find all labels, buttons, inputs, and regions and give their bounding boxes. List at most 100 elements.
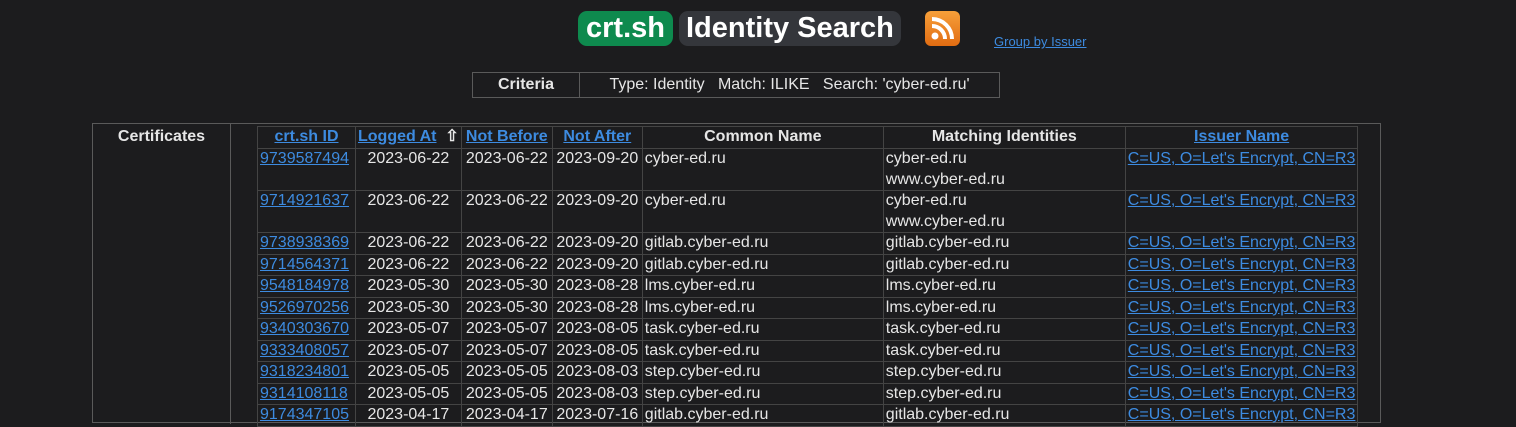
- cell-not-before: 2023-06-22: [460, 232, 553, 255]
- logged-at-text: 2023-05-07: [367, 320, 450, 337]
- issuer-name-link[interactable]: C=US, O=Let's Encrypt, CN=R3: [1128, 342, 1356, 359]
- cell-issuer-name[interactable]: C=US, O=Let's Encrypt, CN=R3: [1124, 404, 1359, 427]
- issuer-name-link[interactable]: C=US, O=Let's Encrypt, CN=R3: [1128, 277, 1356, 294]
- issuer-name-link[interactable]: C=US, O=Let's Encrypt, CN=R3: [1128, 299, 1356, 316]
- cell-issuer-name[interactable]: C=US, O=Let's Encrypt, CN=R3: [1124, 253, 1359, 276]
- page-header: crt.sh Identity Search Group by Issuer: [0, 10, 1516, 50]
- cell-issuer-name[interactable]: C=US, O=Let's Encrypt, CN=R3: [1124, 339, 1359, 362]
- cell-issuer-name[interactable]: C=US, O=Let's Encrypt, CN=R3: [1124, 361, 1359, 384]
- col-header-issuer-name[interactable]: Issuer Name: [1124, 126, 1359, 149]
- matching-identity-text: task.cyber-ed.ru: [885, 320, 1001, 337]
- sort-issuer-name-link[interactable]: Issuer Name: [1194, 128, 1289, 145]
- cell-matching-identities: cyber-ed.ru www.cyber-ed.ru: [882, 148, 1126, 191]
- issuer-name-link[interactable]: C=US, O=Let's Encrypt, CN=R3: [1128, 234, 1356, 251]
- not-after-text: 2023-08-03: [556, 384, 639, 402]
- not-after-text: 2023-08-05: [556, 320, 639, 337]
- not-before-text: 2023-06-22: [465, 234, 548, 251]
- crtsh-id-link[interactable]: 9318234801: [260, 363, 349, 380]
- certificates-label: Certificates: [93, 124, 231, 424]
- sort-not-before-link[interactable]: Not Before: [466, 128, 548, 145]
- matching-identity-text: www.cyber-ed.ru: [885, 170, 1005, 188]
- logged-at-text: 2023-05-30: [367, 298, 450, 316]
- crtsh-id-link[interactable]: 9738938369: [260, 234, 349, 251]
- issuer-name-link[interactable]: C=US, O=Let's Encrypt, CN=R3: [1128, 192, 1356, 209]
- issuer-name-link[interactable]: C=US, O=Let's Encrypt, CN=R3: [1128, 256, 1356, 273]
- col-header-logged-at[interactable]: Logged At ⇧: [355, 126, 462, 149]
- col-header-not-after[interactable]: Not After: [551, 126, 643, 149]
- cell-common-name: step.cyber-ed.ru: [641, 382, 884, 405]
- cell-crtsh-id[interactable]: 9738938369: [257, 232, 356, 255]
- common-name-text: lms.cyber-ed.ru: [644, 277, 756, 294]
- cell-crtsh-id[interactable]: 9174347105: [257, 404, 356, 427]
- crtsh-id-link[interactable]: 9174347105: [260, 406, 349, 423]
- not-before-text: 2023-06-22: [465, 255, 548, 273]
- common-name-text: gitlab.cyber-ed.ru: [644, 234, 769, 251]
- cell-crtsh-id[interactable]: 9714564371: [257, 253, 356, 276]
- cell-common-name: task.cyber-ed.ru: [641, 318, 884, 341]
- cell-issuer-name[interactable]: C=US, O=Let's Encrypt, CN=R3: [1124, 232, 1359, 255]
- not-before-text: 2023-06-22: [465, 192, 548, 209]
- group-by-issuer-link[interactable]: Group by Issuer: [994, 34, 1087, 49]
- rss-feed-icon[interactable]: [925, 11, 960, 46]
- cell-crtsh-id[interactable]: 9318234801: [257, 361, 356, 384]
- cell-common-name: cyber-ed.ru: [641, 148, 884, 191]
- crtsh-id-link[interactable]: 9714564371: [260, 256, 349, 273]
- logged-at-text: 2023-06-22: [367, 234, 450, 251]
- crtsh-id-link[interactable]: 9314108118: [260, 385, 348, 402]
- sort-not-after-link[interactable]: Not After: [563, 128, 631, 145]
- table-row: 9714564371 2023-06-22 2023-06-22 2023-09-20…: [257, 253, 1359, 276]
- crtsh-id-link[interactable]: 9340303670: [260, 320, 349, 337]
- matching-identity-text: step.cyber-ed.ru: [885, 363, 1002, 380]
- criteria-label: Criteria: [473, 73, 580, 97]
- col-header-crtsh-id[interactable]: crt.sh ID: [257, 126, 356, 149]
- sort-logged-at-link[interactable]: Logged At: [358, 128, 437, 145]
- cell-issuer-name[interactable]: C=US, O=Let's Encrypt, CN=R3: [1124, 190, 1359, 233]
- cell-crtsh-id[interactable]: 9548184978: [257, 275, 356, 298]
- crtsh-id-link[interactable]: 9333408057: [260, 342, 349, 359]
- not-before-text: 2023-05-07: [465, 320, 548, 337]
- cell-crtsh-id[interactable]: 9526970256: [257, 296, 356, 319]
- not-after-text: 2023-09-20: [556, 150, 639, 167]
- issuer-name-link[interactable]: C=US, O=Let's Encrypt, CN=R3: [1128, 320, 1356, 337]
- cell-common-name: step.cyber-ed.ru: [641, 361, 884, 384]
- matching-identity-text: gitlab.cyber-ed.ru: [885, 255, 1010, 273]
- cell-not-before: 2023-05-30: [460, 296, 553, 319]
- col-header-not-before[interactable]: Not Before: [460, 126, 553, 149]
- cell-logged-at: 2023-06-22: [355, 253, 462, 276]
- cell-crtsh-id[interactable]: 9714921637: [257, 190, 356, 233]
- crtsh-logo[interactable]: crt.sh: [578, 11, 673, 46]
- cell-crtsh-id[interactable]: 9314108118: [257, 382, 356, 405]
- not-before-text: 2023-05-05: [465, 384, 548, 402]
- crtsh-id-link[interactable]: 9739587494: [260, 150, 349, 167]
- crtsh-id-link[interactable]: 9548184978: [260, 277, 349, 294]
- table-row: 9314108118 2023-05-05 2023-05-05 2023-08-03…: [257, 382, 1359, 405]
- common-name-text: gitlab.cyber-ed.ru: [644, 255, 769, 273]
- cell-matching-identities: task.cyber-ed.ru: [882, 318, 1126, 341]
- cell-not-before: 2023-05-07: [460, 318, 553, 341]
- cell-issuer-name[interactable]: C=US, O=Let's Encrypt, CN=R3: [1124, 275, 1359, 298]
- cell-crtsh-id[interactable]: 9340303670: [257, 318, 356, 341]
- cell-issuer-name[interactable]: C=US, O=Let's Encrypt, CN=R3: [1124, 318, 1359, 341]
- certificates-table: crt.sh ID Logged At ⇧ Not Before Not Aft…: [257, 126, 1359, 427]
- table-row: 9714921637 2023-06-22 2023-06-22 2023-09-20…: [257, 190, 1359, 233]
- col-header-common-name: Common Name: [641, 126, 884, 149]
- cell-matching-identities: step.cyber-ed.ru: [882, 361, 1126, 384]
- matching-identity-text: gitlab.cyber-ed.ru: [885, 234, 1010, 251]
- cell-matching-identities: cyber-ed.ru www.cyber-ed.ru: [882, 190, 1126, 233]
- crtsh-id-link[interactable]: 9714921637: [260, 192, 349, 209]
- issuer-name-link[interactable]: C=US, O=Let's Encrypt, CN=R3: [1128, 385, 1356, 402]
- crtsh-id-link[interactable]: 9526970256: [260, 299, 349, 316]
- matching-identity-text: task.cyber-ed.ru: [885, 341, 1001, 359]
- cell-crtsh-id[interactable]: 9333408057: [257, 339, 356, 362]
- cell-not-before: 2023-06-22: [460, 253, 553, 276]
- cell-logged-at: 2023-05-07: [355, 318, 462, 341]
- sort-crtsh-id-link[interactable]: crt.sh ID: [274, 128, 338, 145]
- cell-crtsh-id[interactable]: 9739587494: [257, 148, 356, 191]
- issuer-name-link[interactable]: C=US, O=Let's Encrypt, CN=R3: [1128, 406, 1356, 423]
- cell-issuer-name[interactable]: C=US, O=Let's Encrypt, CN=R3: [1124, 148, 1359, 191]
- page-title: Identity Search: [679, 11, 901, 46]
- issuer-name-link[interactable]: C=US, O=Let's Encrypt, CN=R3: [1128, 150, 1356, 167]
- issuer-name-link[interactable]: C=US, O=Let's Encrypt, CN=R3: [1128, 363, 1356, 380]
- cell-issuer-name[interactable]: C=US, O=Let's Encrypt, CN=R3: [1124, 296, 1359, 319]
- cell-issuer-name[interactable]: C=US, O=Let's Encrypt, CN=R3: [1124, 382, 1359, 405]
